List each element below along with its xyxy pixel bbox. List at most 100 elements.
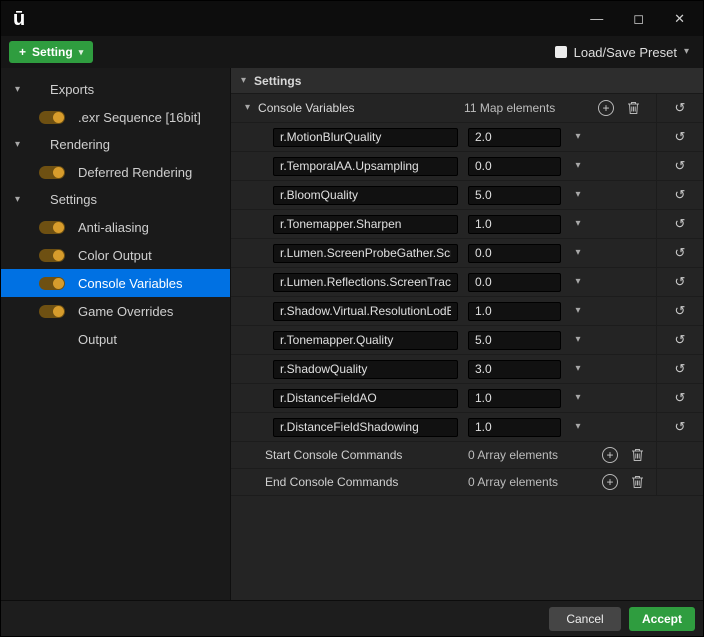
- maximize-button[interactable]: ◻: [633, 12, 644, 25]
- console-variable-row: ▾ ↺: [231, 384, 703, 413]
- cvar-name-input[interactable]: [273, 272, 458, 292]
- sidebar: ▾ Exports .exr Sequence [16bit] ▾ Render…: [1, 68, 231, 600]
- cvar-dropdown-button[interactable]: ▾: [564, 157, 592, 176]
- add-setting-button[interactable]: + Setting ▾: [9, 41, 94, 63]
- close-button[interactable]: ✕: [674, 12, 685, 25]
- trash-icon: [631, 476, 643, 488]
- toggle-switch[interactable]: [39, 304, 65, 318]
- sidebar-group-exports[interactable]: ▾ Exports: [1, 76, 230, 103]
- cvar-value-input[interactable]: [468, 243, 561, 263]
- add-element-button[interactable]: +: [598, 100, 615, 116]
- delete-all-button[interactable]: [628, 473, 646, 491]
- chevron-down-icon: ▾: [15, 193, 21, 205]
- cvar-value-input[interactable]: [468, 330, 561, 350]
- reset-icon[interactable]: ↺: [675, 419, 686, 435]
- cvar-dropdown-button[interactable]: ▾: [564, 418, 592, 437]
- cvar-name-input[interactable]: [273, 127, 458, 147]
- cvar-dropdown-button[interactable]: ▾: [564, 302, 592, 321]
- reset-icon[interactable]: ↺: [675, 245, 686, 261]
- cvar-dropdown-button[interactable]: ▾: [564, 273, 592, 292]
- cvar-dropdown-button[interactable]: ▾: [564, 186, 592, 205]
- cvar-value-input[interactable]: [468, 388, 561, 408]
- toggle-switch[interactable]: [39, 248, 65, 262]
- cvar-value-input[interactable]: [468, 417, 561, 437]
- sidebar-item-console-variables[interactable]: Console Variables: [1, 269, 230, 297]
- load-save-preset-label: Load/Save Preset: [573, 44, 677, 60]
- chevron-down-icon[interactable]: ▾: [245, 103, 250, 113]
- settings-header[interactable]: ▾ Settings: [231, 68, 703, 94]
- add-element-button[interactable]: +: [602, 474, 618, 490]
- cvar-value-input[interactable]: [468, 185, 561, 205]
- chevron-down-icon: ▾: [575, 392, 581, 403]
- chevron-down-icon: ▾: [575, 189, 581, 200]
- accept-button[interactable]: Accept: [629, 606, 695, 631]
- cvar-name-input[interactable]: [273, 359, 458, 379]
- console-variable-row: ▾ ↺: [231, 152, 703, 181]
- sidebar-item-label: Output: [78, 331, 118, 347]
- cvar-name-input[interactable]: [273, 330, 458, 350]
- toggle-switch[interactable]: [39, 165, 65, 179]
- chevron-down-icon: ▾: [575, 421, 581, 432]
- sidebar-item-exr-sequence[interactable]: .exr Sequence [16bit]: [1, 103, 230, 131]
- cvar-name-input[interactable]: [273, 388, 458, 408]
- cvar-name-input[interactable]: [273, 185, 458, 205]
- reset-icon[interactable]: ↺: [675, 216, 686, 232]
- reset-icon[interactable]: ↺: [675, 390, 686, 406]
- map-elements-count: 11 Map elements: [464, 101, 556, 115]
- chevron-down-icon: ▾: [15, 138, 21, 150]
- toolbar: + Setting ▾ Load/Save Preset ▾: [1, 36, 703, 68]
- console-variables-header: ▾ Console Variables 11 Map elements + ↺: [231, 94, 703, 123]
- cvar-name-input[interactable]: [273, 243, 458, 263]
- cvar-value-input[interactable]: [468, 359, 561, 379]
- sidebar-group-rendering[interactable]: ▾ Rendering: [1, 131, 230, 158]
- console-variables-label: Console Variables: [258, 101, 355, 115]
- load-save-preset-button[interactable]: Load/Save Preset ▾: [554, 44, 695, 60]
- reset-icon[interactable]: ↺: [675, 274, 686, 290]
- cancel-button[interactable]: Cancel: [549, 606, 621, 631]
- cvar-value-input[interactable]: [468, 301, 561, 321]
- reset-icon[interactable]: ↺: [675, 100, 686, 116]
- reset-icon[interactable]: ↺: [675, 303, 686, 319]
- cvar-name-input[interactable]: [273, 417, 458, 437]
- sidebar-item-deferred-rendering[interactable]: Deferred Rendering: [1, 158, 230, 186]
- reset-icon[interactable]: ↺: [675, 129, 686, 145]
- add-element-button[interactable]: +: [602, 447, 618, 463]
- cvar-dropdown-button[interactable]: ▾: [564, 128, 592, 147]
- group-label: Exports: [50, 82, 95, 97]
- reset-icon[interactable]: ↺: [675, 361, 686, 377]
- window-controls: — ◻ ✕: [590, 12, 691, 25]
- cvar-dropdown-button[interactable]: ▾: [564, 244, 592, 263]
- delete-all-button[interactable]: [624, 99, 642, 117]
- sidebar-item-label: Anti-aliasing: [78, 219, 149, 235]
- group-label: Settings: [50, 192, 98, 207]
- sidebar-item-game-overrides[interactable]: Game Overrides: [1, 297, 230, 325]
- console-variable-row: ▾ ↺: [231, 355, 703, 384]
- cvar-dropdown-button[interactable]: ▾: [564, 331, 592, 350]
- toggle-switch[interactable]: [39, 220, 65, 234]
- settings-panel: ▾ Settings ▾ Console Variables 11 Map el…: [231, 68, 703, 600]
- cvar-name-input[interactable]: [273, 301, 458, 321]
- cvar-value-input[interactable]: [468, 214, 561, 234]
- cvar-value-input[interactable]: [468, 156, 561, 176]
- chevron-down-icon: ▾: [575, 334, 581, 345]
- toggle-switch[interactable]: [39, 110, 65, 124]
- cvar-name-input[interactable]: [273, 214, 458, 234]
- cvar-dropdown-button[interactable]: ▾: [564, 360, 592, 379]
- reset-icon[interactable]: ↺: [675, 187, 686, 203]
- chevron-down-icon: ▾: [575, 276, 581, 287]
- sidebar-item-output[interactable]: Output: [1, 325, 230, 353]
- minimize-button[interactable]: —: [590, 12, 603, 25]
- cvar-dropdown-button[interactable]: ▾: [564, 215, 592, 234]
- cvar-name-input[interactable]: [273, 156, 458, 176]
- sidebar-item-color-output[interactable]: Color Output: [1, 241, 230, 269]
- reset-icon[interactable]: ↺: [675, 158, 686, 174]
- end-console-commands-label: End Console Commands: [265, 475, 399, 489]
- cvar-value-input[interactable]: [468, 272, 561, 292]
- toggle-switch[interactable]: [39, 276, 65, 290]
- cvar-value-input[interactable]: [468, 127, 561, 147]
- sidebar-item-anti-aliasing[interactable]: Anti-aliasing: [1, 213, 230, 241]
- sidebar-group-settings[interactable]: ▾ Settings: [1, 186, 230, 213]
- reset-icon[interactable]: ↺: [675, 332, 686, 348]
- cvar-dropdown-button[interactable]: ▾: [564, 389, 592, 408]
- delete-all-button[interactable]: [628, 446, 646, 464]
